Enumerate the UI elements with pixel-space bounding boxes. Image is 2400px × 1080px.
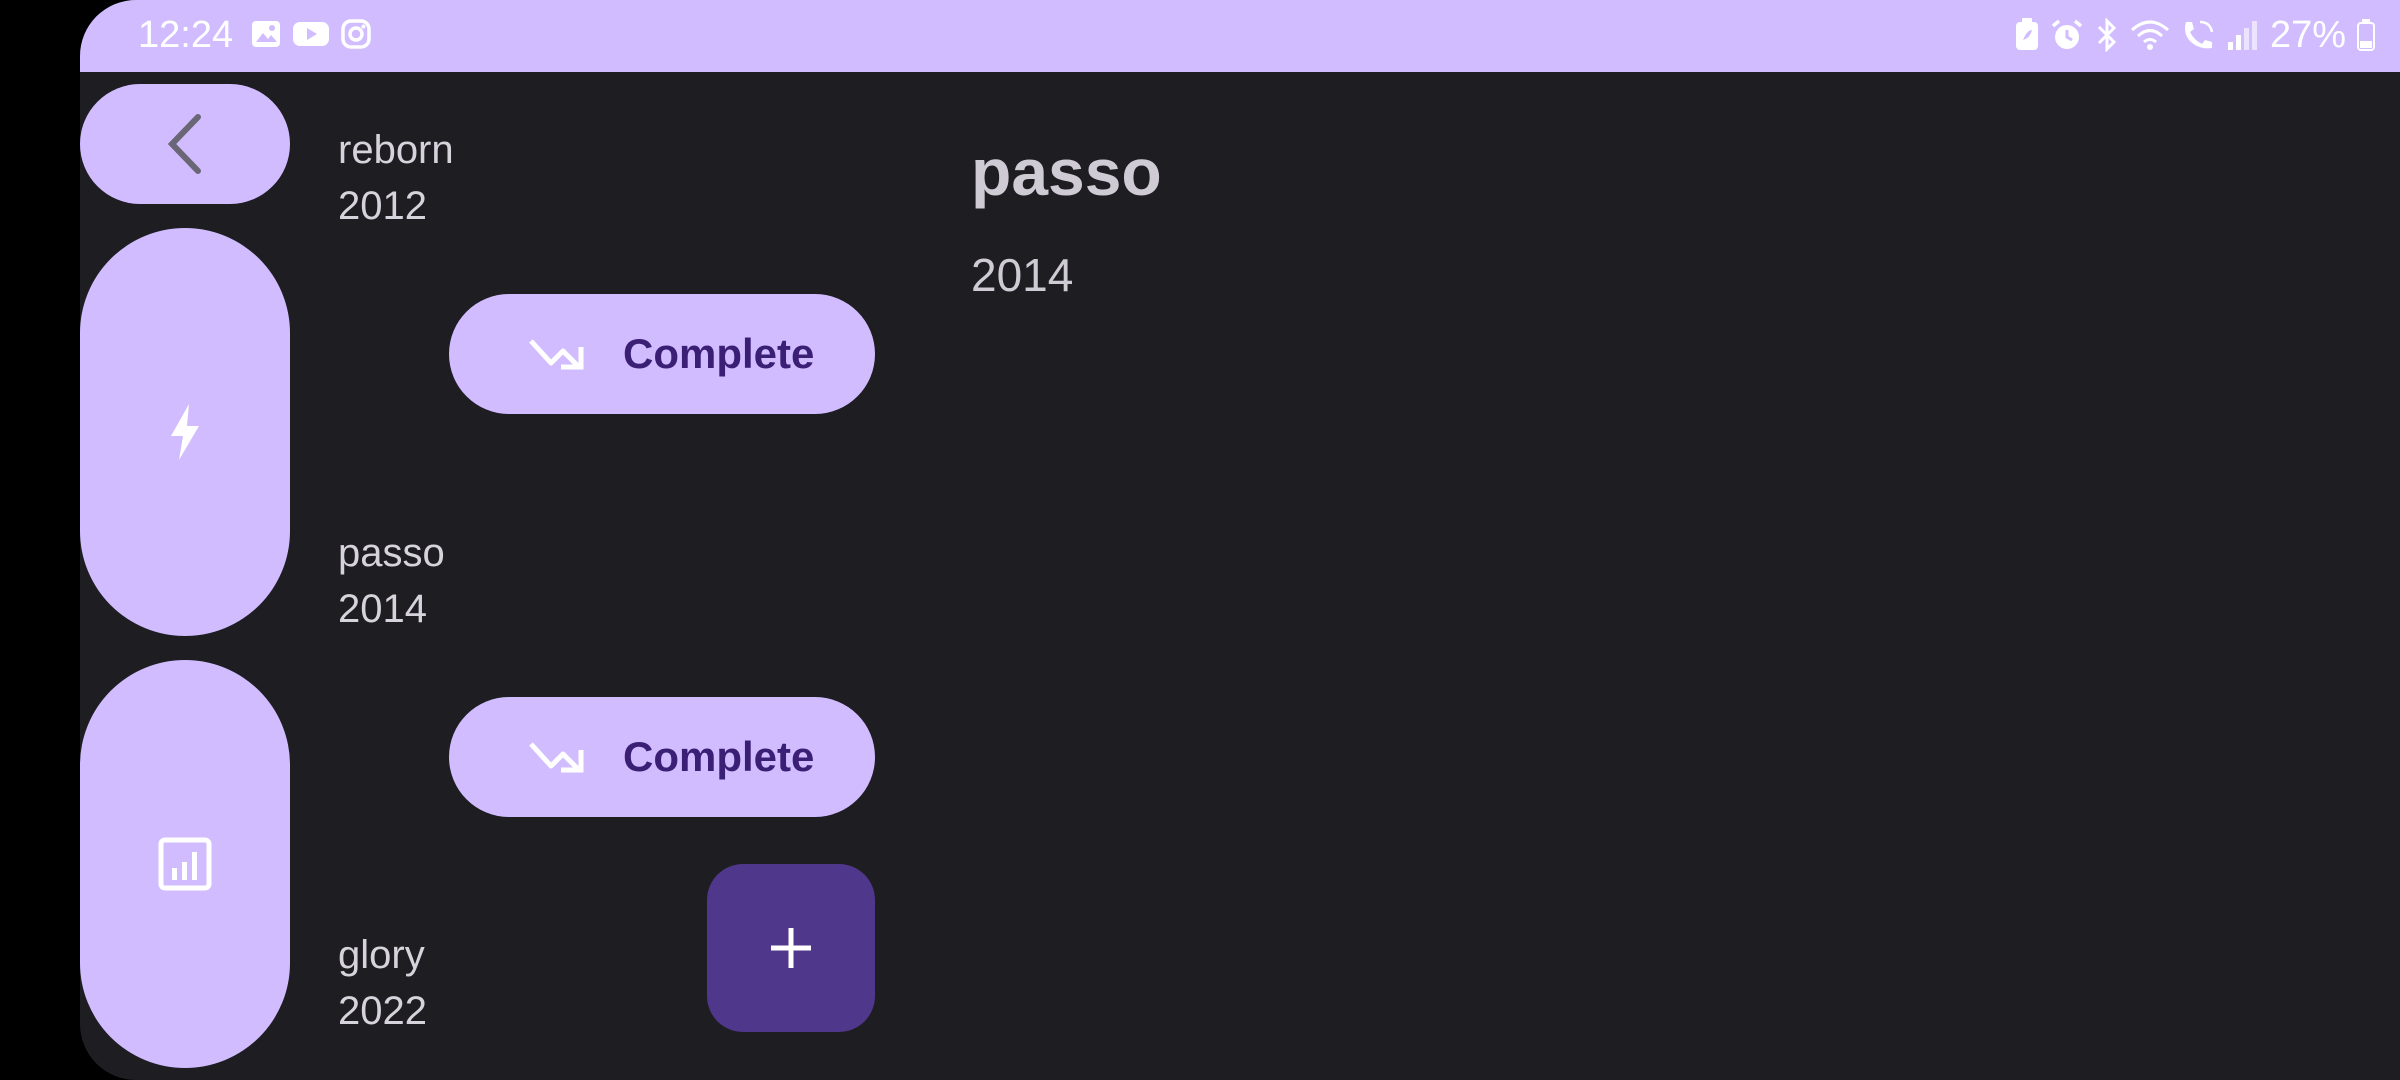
- list-item-title: reborn: [338, 128, 454, 172]
- list-item-year: 2014: [338, 587, 427, 631]
- detail-title: passo: [971, 135, 1162, 209]
- list-item[interactable]: glory 2022: [338, 927, 427, 1039]
- status-bar: 12:24 27%: [80, 0, 2400, 72]
- wifi-calling-icon: [2184, 20, 2214, 49]
- complete-button[interactable]: Complete: [449, 697, 875, 817]
- list-item-title: passo: [338, 531, 445, 575]
- alarm-icon: [2051, 19, 2083, 49]
- lightning-icon: [171, 404, 199, 460]
- wifi-icon: [2130, 20, 2169, 50]
- status-time: 12:24: [138, 14, 234, 56]
- back-arrow-icon: [167, 114, 201, 174]
- complete-button-label: Complete: [623, 330, 815, 377]
- app-screen: 12:24 27% reborn 2012 Complete passo 201…: [80, 0, 2400, 1080]
- battery-percentage: 27%: [2269, 14, 2346, 56]
- back-button[interactable]: [80, 84, 290, 204]
- trending-arrow-icon: [529, 742, 584, 773]
- gallery-icon: [252, 21, 280, 47]
- battery-saver-icon: [2015, 18, 2038, 50]
- list-item-year: 2022: [338, 989, 427, 1033]
- list-item[interactable]: passo 2014: [338, 525, 445, 637]
- stats-icon: [158, 837, 212, 891]
- bluetooth-icon: [2097, 18, 2117, 52]
- rail-item-flash[interactable]: [80, 228, 290, 636]
- rail-item-stats[interactable]: [80, 660, 290, 1068]
- instagram-icon: [341, 19, 371, 49]
- trending-arrow-icon: [529, 339, 584, 370]
- plus-icon: [771, 928, 811, 968]
- youtube-icon: [293, 22, 329, 46]
- complete-button[interactable]: Complete: [449, 294, 875, 414]
- add-fab-button[interactable]: [707, 864, 875, 1032]
- list-item-title: glory: [338, 933, 425, 977]
- list-item[interactable]: reborn 2012: [338, 122, 454, 234]
- complete-button-label: Complete: [623, 733, 815, 780]
- signal-icon: [2227, 21, 2257, 50]
- system-status-icons: 27%: [2014, 12, 2376, 58]
- notification-icons: [250, 18, 372, 50]
- list-item-year: 2012: [338, 184, 427, 228]
- detail-year: 2014: [971, 249, 1074, 301]
- battery-icon: [2357, 19, 2375, 51]
